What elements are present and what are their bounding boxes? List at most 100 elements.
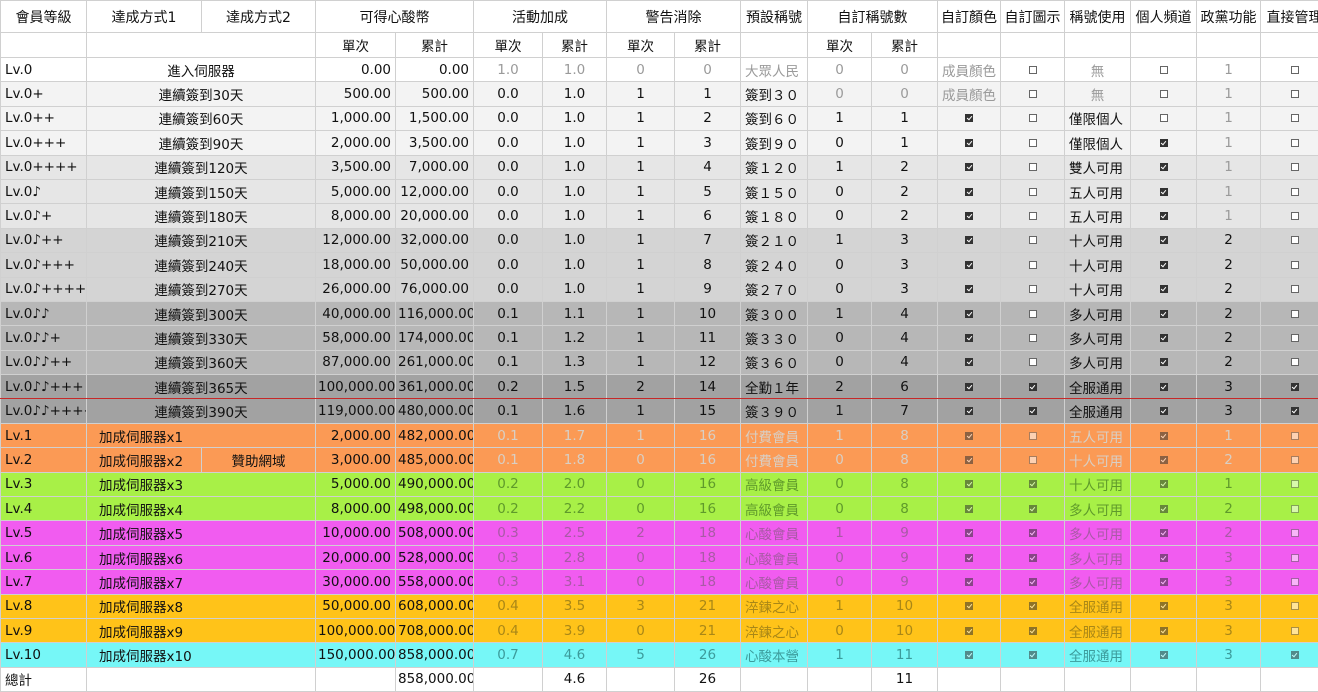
totals-warnings[interactable]: 26 <box>675 667 741 691</box>
coin-cumulative-cell[interactable]: 76,000.00 <box>396 277 474 301</box>
party-function-cell[interactable]: 3 <box>1197 570 1261 594</box>
personal-channel-cell[interactable] <box>1131 594 1197 618</box>
event-cumulative-cell[interactable]: 1.0 <box>543 155 607 179</box>
checkbox-icon[interactable] <box>1291 66 1299 74</box>
custom-color-cell[interactable] <box>938 545 1001 569</box>
direct-admin-cell[interactable] <box>1261 179 1318 203</box>
warning-cumulative-cell[interactable]: 15 <box>675 399 741 423</box>
warning-single-cell[interactable]: 1 <box>607 228 675 252</box>
subheader-single[interactable]: 單次 <box>607 33 675 58</box>
level-cell[interactable]: Lv.0♪♪++++ <box>1 399 87 423</box>
title-usage-cell[interactable]: 僅限個人 <box>1065 106 1131 130</box>
level-cell[interactable]: Lv.0+++ <box>1 131 87 155</box>
event-cumulative-cell[interactable]: 1.0 <box>543 253 607 277</box>
personal-channel-cell[interactable] <box>1131 570 1197 594</box>
event-cumulative-cell[interactable]: 1.0 <box>543 277 607 301</box>
custom-title-cumulative-cell[interactable]: 0 <box>872 58 938 82</box>
totals-coins[interactable]: 858,000.00 <box>396 667 474 691</box>
personal-channel-cell[interactable] <box>1131 545 1197 569</box>
custom-icon-cell[interactable] <box>1001 643 1065 667</box>
default-title-cell[interactable]: 心酸會員 <box>741 570 808 594</box>
checkbox-icon[interactable] <box>1160 627 1168 635</box>
method1-cell[interactable]: 連續簽到30天 <box>87 82 316 106</box>
default-title-cell[interactable]: 高級會員 <box>741 472 808 496</box>
custom-color-cell[interactable]: 成員顏色 <box>938 82 1001 106</box>
custom-title-cumulative-cell[interactable]: 3 <box>872 228 938 252</box>
custom-color-cell[interactable] <box>938 131 1001 155</box>
event-single-cell[interactable]: 0.0 <box>474 131 543 155</box>
checkbox-icon[interactable] <box>965 358 973 366</box>
default-title-cell[interactable]: 淬鍊之心 <box>741 618 808 642</box>
custom-color-cell[interactable] <box>938 204 1001 228</box>
title-usage-cell[interactable]: 無 <box>1065 82 1131 106</box>
warning-single-cell[interactable]: 1 <box>607 179 675 203</box>
direct-admin-cell[interactable] <box>1261 472 1318 496</box>
warning-single-cell[interactable]: 0 <box>607 472 675 496</box>
coin-single-cell[interactable]: 1,000.00 <box>316 106 396 130</box>
direct-admin-cell[interactable] <box>1261 643 1318 667</box>
warning-cumulative-cell[interactable]: 21 <box>675 594 741 618</box>
direct-admin-cell[interactable] <box>1261 399 1318 423</box>
coin-cumulative-cell[interactable]: 7,000.00 <box>396 155 474 179</box>
coin-single-cell[interactable]: 12,000.00 <box>316 228 396 252</box>
default-title-cell[interactable]: 大眾人民 <box>741 58 808 82</box>
coin-cumulative-cell[interactable]: 20,000.00 <box>396 204 474 228</box>
custom-icon-cell[interactable] <box>1001 423 1065 447</box>
coin-single-cell[interactable]: 2,000.00 <box>316 423 396 447</box>
event-single-cell[interactable]: 0.0 <box>474 106 543 130</box>
checkbox-icon[interactable] <box>1291 529 1299 537</box>
event-cumulative-cell[interactable]: 1.0 <box>543 228 607 252</box>
warning-cumulative-cell[interactable]: 4 <box>675 155 741 179</box>
event-single-cell[interactable]: 0.1 <box>474 423 543 447</box>
checkbox-icon[interactable] <box>965 261 973 269</box>
warning-single-cell[interactable]: 1 <box>607 82 675 106</box>
direct-admin-cell[interactable] <box>1261 204 1318 228</box>
custom-color-cell[interactable] <box>938 448 1001 472</box>
warning-single-cell[interactable]: 2 <box>607 375 675 399</box>
party-function-cell[interactable]: 2 <box>1197 326 1261 350</box>
title-usage-cell[interactable]: 多人可用 <box>1065 350 1131 374</box>
checkbox-icon[interactable] <box>1029 505 1037 513</box>
checkbox-icon[interactable] <box>1029 139 1037 147</box>
custom-title-single-cell[interactable]: 0 <box>808 472 872 496</box>
warning-single-cell[interactable]: 0 <box>607 570 675 594</box>
direct-admin-cell[interactable] <box>1261 521 1318 545</box>
custom-color-cell[interactable] <box>938 106 1001 130</box>
title-usage-cell[interactable]: 僅限個人 <box>1065 131 1131 155</box>
warning-cumulative-cell[interactable]: 16 <box>675 448 741 472</box>
checkbox-icon[interactable] <box>1029 456 1037 464</box>
custom-title-single-cell[interactable]: 1 <box>808 155 872 179</box>
party-function-cell[interactable]: 3 <box>1197 643 1261 667</box>
party-function-cell[interactable]: 2 <box>1197 228 1261 252</box>
warning-cumulative-cell[interactable]: 1 <box>675 82 741 106</box>
custom-color-cell[interactable] <box>938 423 1001 447</box>
event-cumulative-cell[interactable]: 1.0 <box>543 131 607 155</box>
event-cumulative-cell[interactable]: 1.0 <box>543 106 607 130</box>
checkbox-icon[interactable] <box>1160 529 1168 537</box>
coin-single-cell[interactable]: 5,000.00 <box>316 179 396 203</box>
event-single-cell[interactable]: 0.1 <box>474 301 543 325</box>
personal-channel-cell[interactable] <box>1131 448 1197 472</box>
level-cell[interactable]: Lv.0♪♪ <box>1 301 87 325</box>
custom-color-cell[interactable] <box>938 521 1001 545</box>
event-single-cell[interactable]: 0.0 <box>474 253 543 277</box>
default-title-cell[interactable]: 簽３３０ <box>741 326 808 350</box>
direct-admin-cell[interactable] <box>1261 350 1318 374</box>
warning-cumulative-cell[interactable]: 18 <box>675 545 741 569</box>
level-cell[interactable]: Lv.0♪+++ <box>1 253 87 277</box>
checkbox-icon[interactable] <box>1160 602 1168 610</box>
level-cell[interactable]: Lv.4 <box>1 497 87 521</box>
level-cell[interactable]: Lv.0♪++++ <box>1 277 87 301</box>
checkbox-icon[interactable] <box>1029 212 1037 220</box>
method1-cell[interactable]: 連續簽到120天 <box>87 155 316 179</box>
coin-cumulative-cell[interactable]: 12,000.00 <box>396 179 474 203</box>
custom-color-cell[interactable] <box>938 375 1001 399</box>
event-single-cell[interactable]: 0.0 <box>474 82 543 106</box>
checkbox-icon[interactable] <box>1160 114 1168 122</box>
party-function-cell[interactable]: 1 <box>1197 472 1261 496</box>
custom-color-cell[interactable] <box>938 350 1001 374</box>
coin-single-cell[interactable]: 58,000.00 <box>316 326 396 350</box>
warning-cumulative-cell[interactable]: 3 <box>675 131 741 155</box>
default-title-cell[interactable]: 簽到３０ <box>741 82 808 106</box>
checkbox-icon[interactable] <box>1029 163 1037 171</box>
